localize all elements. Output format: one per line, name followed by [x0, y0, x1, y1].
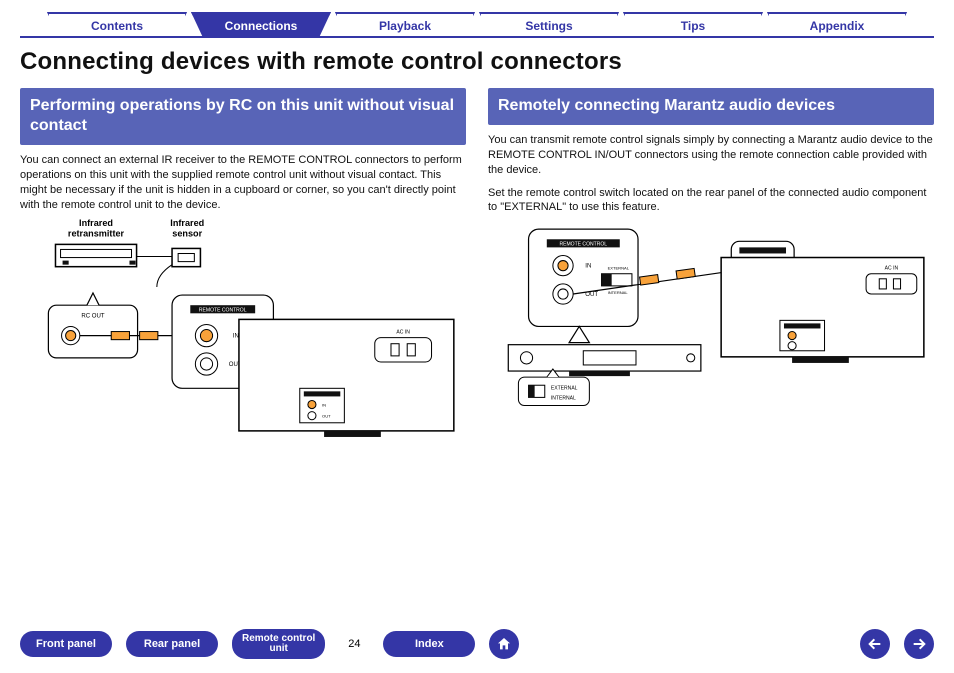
footer-nav: Front panel Rear panel Remote control un… — [20, 629, 934, 659]
label-internal-sw: INTERNAL — [551, 396, 576, 402]
footer-remote-control-unit[interactable]: Remote control unit — [232, 629, 325, 659]
label-sensor: Infraredsensor — [170, 219, 204, 239]
footer-index[interactable]: Index — [383, 631, 475, 657]
right-paragraph-1: You can transmit remote control signals … — [488, 133, 934, 178]
main-unit-chassis — [239, 320, 454, 431]
left-connection-diagram: Infraredretransmitter Infraredsensor RC … — [20, 216, 466, 469]
label-in-right: IN — [585, 263, 591, 270]
tab-tips[interactable]: Tips — [623, 12, 763, 36]
left-paragraph: You can connect an external IR receiver … — [20, 153, 466, 212]
label-retransmitter: Infraredretransmitter — [68, 219, 125, 239]
top-tab-row: Contents Connections Playback Settings T… — [20, 12, 934, 38]
label-ac-in-right: AC IN — [885, 266, 899, 272]
tab-contents[interactable]: Contents — [47, 12, 187, 36]
right-connection-diagram: REMOTE CONTROL IN OUT EXTERNAL INTERNAL — [488, 219, 934, 432]
right-column: Remotely connecting Marantz audio device… — [488, 88, 934, 475]
right-section-heading: Remotely connecting Marantz audio device… — [488, 88, 934, 125]
tab-connections[interactable]: Connections — [191, 12, 331, 36]
tab-playback[interactable]: Playback — [335, 12, 475, 36]
label-remote-control-right: REMOTE CONTROL — [559, 242, 607, 248]
label-in-left: IN — [233, 333, 239, 340]
next-page-button[interactable] — [904, 629, 934, 659]
left-column: Performing operations by RC on this unit… — [20, 88, 466, 475]
home-icon — [496, 636, 512, 652]
svg-text:IN: IN — [322, 403, 326, 408]
svg-text:OUT: OUT — [322, 414, 331, 419]
content-columns: Performing operations by RC on this unit… — [20, 88, 934, 475]
footer-front-panel[interactable]: Front panel — [20, 631, 112, 657]
label-external-src: EXTERNAL — [608, 266, 630, 271]
arrow-right-icon — [911, 636, 927, 652]
prev-page-button[interactable] — [860, 629, 890, 659]
label-remote-control-left: REMOTE CONTROL — [199, 308, 247, 314]
footer-rear-panel[interactable]: Rear panel — [126, 631, 218, 657]
label-internal-src: INTERNAL — [608, 290, 629, 295]
arrow-left-icon — [867, 636, 883, 652]
tab-settings[interactable]: Settings — [479, 12, 619, 36]
home-button[interactable] — [489, 629, 519, 659]
manual-page: Contents Connections Playback Settings T… — [0, 0, 954, 673]
right-paragraph-2: Set the remote control switch located on… — [488, 186, 934, 216]
left-section-heading: Performing operations by RC on this unit… — [20, 88, 466, 145]
page-number: 24 — [339, 638, 369, 650]
label-rc-out: RC OUT — [81, 313, 105, 320]
tab-appendix[interactable]: Appendix — [767, 12, 907, 36]
label-external-sw: EXTERNAL — [551, 386, 578, 392]
label-ac-in-left: AC IN — [396, 330, 410, 336]
page-title: Connecting devices with remote control c… — [20, 48, 934, 76]
